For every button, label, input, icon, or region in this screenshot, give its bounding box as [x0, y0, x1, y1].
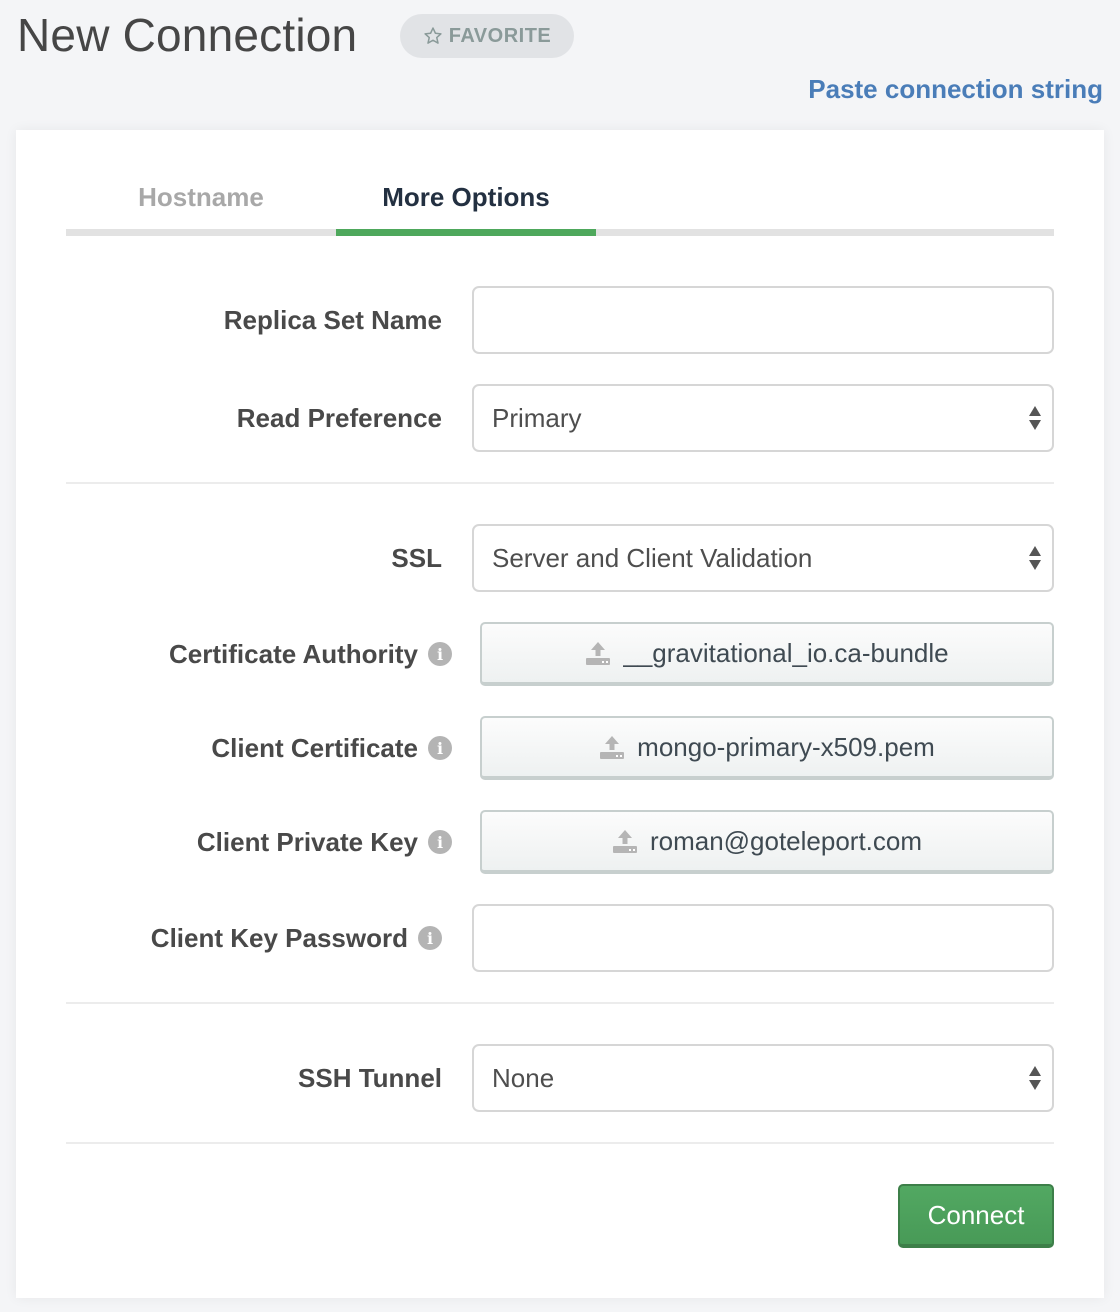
ssl-row: SSL Server and Client Validation	[66, 524, 1054, 592]
info-icon[interactable]: i	[428, 642, 452, 666]
ssh-tunnel-label: SSH Tunnel	[298, 1062, 442, 1093]
client-certificate-filename: mongo-primary-x509.pem	[637, 731, 935, 762]
header: New Connection FAVORITE Paste connection…	[0, 0, 1120, 128]
connect-button[interactable]: Connect	[898, 1184, 1054, 1248]
section-divider	[66, 1002, 1054, 1004]
upload-icon	[586, 642, 611, 665]
tab-more-options[interactable]: More Options	[336, 182, 596, 222]
read-preference-label: Read Preference	[236, 402, 442, 433]
read-preference-value: Primary	[492, 402, 582, 433]
star-icon	[424, 27, 442, 44]
section-divider	[66, 482, 1054, 484]
replica-set-label: Replica Set Name	[223, 304, 442, 335]
client-private-key-label: Client Private Key i	[197, 808, 452, 876]
replica-set-row: Replica Set Name	[66, 286, 1054, 354]
read-preference-select[interactable]: Primary	[472, 384, 1054, 452]
select-arrows-icon	[1029, 546, 1041, 570]
client-key-password-label: Client Key Password i	[151, 904, 442, 972]
client-private-key-row: Client Private Key i roman@goteleport.co…	[66, 808, 1054, 876]
client-certificate-label: Client Certificate i	[211, 714, 452, 782]
certificate-authority-label: Certificate Authority i	[169, 620, 452, 688]
client-private-key-file-button[interactable]: roman@goteleport.com	[480, 810, 1054, 874]
info-icon[interactable]: i	[418, 926, 442, 950]
info-icon[interactable]: i	[428, 736, 452, 760]
upload-icon	[600, 736, 625, 759]
certificate-authority-filename: __gravitational_io.ca-bundle	[623, 637, 949, 668]
ssh-tunnel-row: SSH Tunnel None	[66, 1044, 1054, 1112]
replica-set-name-input[interactable]	[472, 286, 1054, 354]
client-certificate-row: Client Certificate i mongo-primary-x509.…	[66, 714, 1054, 782]
tab-hostname[interactable]: Hostname	[66, 182, 336, 222]
ssh-tunnel-select[interactable]: None	[472, 1044, 1054, 1112]
info-icon[interactable]: i	[428, 830, 452, 854]
favorite-label: FAVORITE	[448, 24, 552, 47]
section-divider	[66, 1142, 1054, 1144]
ssl-label: SSL	[391, 542, 442, 573]
tab-bar: Hostname More Options	[66, 170, 1054, 236]
page-title: New Connection	[17, 9, 358, 61]
upload-icon	[612, 830, 637, 853]
connection-form-card: Hostname More Options Replica Set Name R…	[16, 130, 1104, 1298]
ssl-value: Server and Client Validation	[492, 542, 813, 573]
client-key-password-input[interactable]	[472, 904, 1054, 972]
select-arrows-icon	[1029, 406, 1041, 430]
certificate-authority-row: Certificate Authority i __gravitational_…	[66, 620, 1054, 688]
certificate-authority-file-button[interactable]: __gravitational_io.ca-bundle	[480, 622, 1054, 686]
select-arrows-icon	[1029, 1066, 1041, 1090]
client-certificate-file-button[interactable]: mongo-primary-x509.pem	[480, 716, 1054, 780]
paste-connection-string-link[interactable]: Paste connection string	[808, 74, 1103, 105]
read-preference-row: Read Preference Primary	[66, 384, 1054, 452]
active-tab-indicator	[336, 229, 596, 236]
ssh-tunnel-value: None	[492, 1062, 555, 1093]
ssl-select[interactable]: Server and Client Validation	[472, 524, 1054, 592]
favorite-button[interactable]: FAVORITE	[400, 14, 574, 58]
client-key-password-row: Client Key Password i	[66, 904, 1054, 972]
client-private-key-filename: roman@goteleport.com	[649, 825, 923, 856]
